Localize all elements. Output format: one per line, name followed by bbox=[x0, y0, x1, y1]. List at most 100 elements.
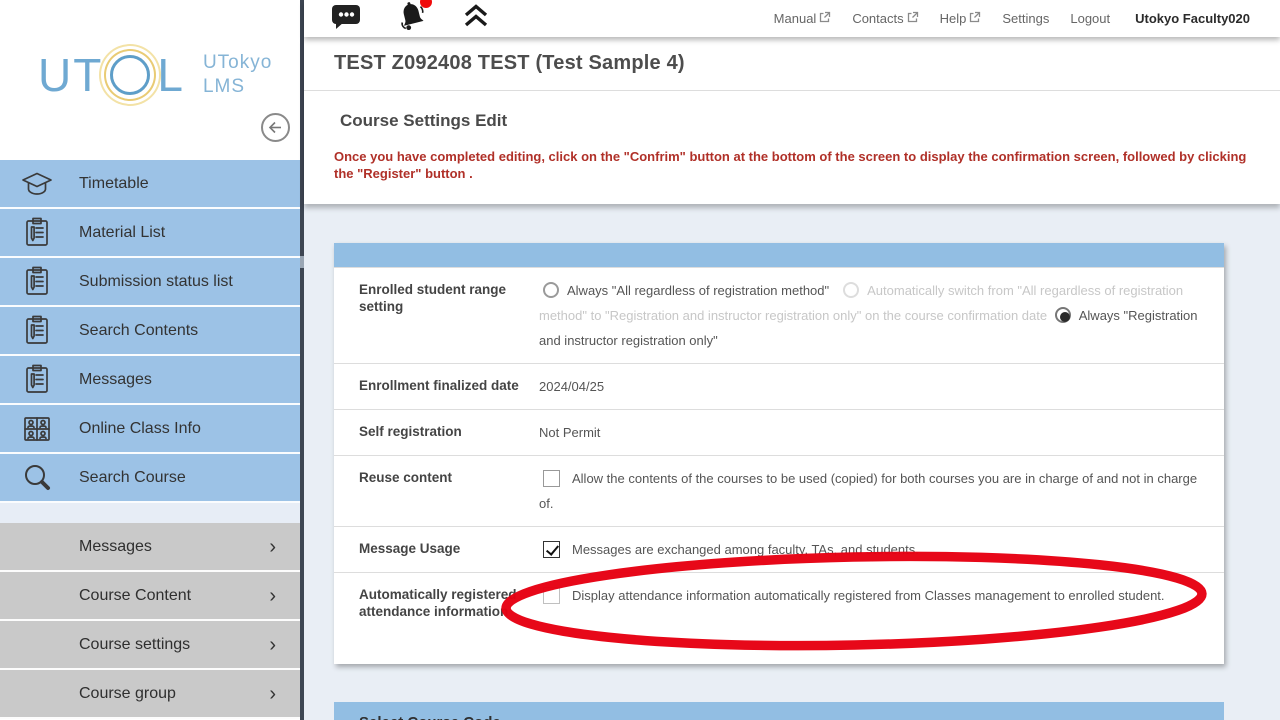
reuse-content-checkbox[interactable] bbox=[543, 470, 560, 487]
search-icon bbox=[19, 462, 55, 494]
user-name[interactable]: Utokyo Faculty020 bbox=[1135, 11, 1250, 26]
sidebar-item-messages[interactable]: Messages bbox=[0, 356, 300, 405]
chevron-right-icon: › bbox=[269, 537, 276, 557]
utol-logo: UTL UTokyo LMS bbox=[38, 48, 272, 102]
main-area: Manual Contacts Help Settings Logout Uto… bbox=[304, 0, 1280, 720]
sidebar-item-label: Submission status list bbox=[79, 273, 233, 291]
notification-badge bbox=[420, 0, 432, 8]
external-link-icon bbox=[969, 11, 981, 26]
row-auto-attendance: Automatically registered attendance info… bbox=[334, 572, 1224, 664]
sidebar-collapse-button[interactable] bbox=[261, 113, 290, 142]
section-title: Course Settings Edit bbox=[340, 111, 1250, 131]
collapse-up-icon[interactable] bbox=[463, 4, 489, 33]
topbar: Manual Contacts Help Settings Logout Uto… bbox=[304, 0, 1280, 37]
row-content: Not Permit bbox=[539, 410, 1224, 455]
checkbox-label: Display attendance information automatic… bbox=[572, 588, 1165, 603]
notifications-bell-icon[interactable] bbox=[395, 0, 429, 37]
external-link-icon bbox=[819, 11, 831, 26]
people-grid-icon bbox=[19, 415, 55, 443]
course-title-bar: TEST Z092408 TEST (Test Sample 4) bbox=[304, 37, 1280, 91]
chevron-right-icon: › bbox=[269, 635, 276, 655]
sidebar-item-label: Online Class Info bbox=[79, 420, 201, 438]
sidebar-secondary-menu: Messages › Course Content › Course setti… bbox=[0, 523, 300, 719]
app-root: UTL UTokyo LMS Timetable bbox=[0, 0, 1280, 720]
attendance-display-checkbox[interactable] bbox=[543, 587, 560, 604]
sidebar-item-label: Material List bbox=[79, 224, 165, 242]
row-content: Messages are exchanged among faculty, TA… bbox=[539, 527, 1224, 572]
select-course-code-header: Select Course Code bbox=[334, 702, 1224, 720]
radio-registration-only[interactable] bbox=[1055, 307, 1071, 323]
sidebar-item-label: Messages bbox=[79, 371, 152, 389]
contacts-link[interactable]: Contacts bbox=[852, 11, 918, 26]
row-content: Allow the contents of the courses to be … bbox=[539, 456, 1224, 526]
sidebar-item-label: Search Course bbox=[79, 469, 186, 487]
clipboard-icon bbox=[19, 266, 55, 298]
checkbox-label: Allow the contents of the courses to be … bbox=[539, 471, 1197, 511]
clipboard-icon bbox=[19, 315, 55, 347]
sidebar-item-label: Search Contents bbox=[79, 322, 198, 340]
logo-letters: UTL bbox=[38, 48, 185, 102]
chevron-right-icon: › bbox=[269, 684, 276, 704]
sidebar-item-label: Messages bbox=[79, 538, 152, 556]
row-label: Self registration bbox=[334, 410, 539, 455]
sidebar-item-course-group[interactable]: Course group › bbox=[0, 670, 300, 719]
row-reuse-content: Reuse content Allow the contents of the … bbox=[334, 455, 1224, 526]
checkbox-label: Messages are exchanged among faculty, TA… bbox=[572, 542, 919, 557]
chevron-right-icon: › bbox=[269, 586, 276, 606]
sidebar-item-label: Course settings bbox=[79, 636, 190, 654]
sidebar-item-messages-group[interactable]: Messages › bbox=[0, 523, 300, 572]
sidebar-item-search-contents[interactable]: Search Contents bbox=[0, 307, 300, 356]
row-label: Enrolled student range setting bbox=[334, 268, 539, 363]
select-course-code-section: Select Course Code bbox=[334, 702, 1224, 720]
self-registration-value: Not Permit bbox=[539, 423, 600, 443]
external-link-icon bbox=[907, 11, 919, 26]
message-usage-checkbox[interactable] bbox=[543, 541, 560, 558]
help-link[interactable]: Help bbox=[940, 11, 982, 26]
sidebar-item-label: Course Content bbox=[79, 587, 191, 605]
row-content: Display attendance information automatic… bbox=[539, 573, 1224, 664]
sidebar-item-course-settings[interactable]: Course settings › bbox=[0, 621, 300, 670]
topbar-links: Manual Contacts Help Settings Logout Uto… bbox=[774, 11, 1250, 26]
manual-link[interactable]: Manual bbox=[774, 11, 832, 26]
logout-link[interactable]: Logout bbox=[1070, 11, 1110, 26]
messages-icon[interactable] bbox=[331, 2, 361, 35]
radio-all-regardless[interactable] bbox=[543, 282, 559, 298]
settings-card-header bbox=[334, 243, 1224, 267]
row-content: Always "All regardless of registration m… bbox=[539, 268, 1224, 363]
row-enrolled-student-range: Enrolled student range setting Always "A… bbox=[334, 267, 1224, 363]
page-header-block: TEST Z092408 TEST (Test Sample 4) Course… bbox=[304, 37, 1280, 204]
sidebar-item-submission-status-list[interactable]: Submission status list bbox=[0, 258, 300, 307]
clipboard-icon bbox=[19, 364, 55, 396]
logo-subtitle: UTokyo LMS bbox=[203, 51, 272, 99]
sidebar-item-material-list[interactable]: Material List bbox=[0, 209, 300, 258]
sidebar-primary-menu: Timetable Material List Submission statu… bbox=[0, 160, 300, 503]
sidebar: UTL UTokyo LMS Timetable bbox=[0, 0, 304, 720]
row-enrollment-finalized-date: Enrollment finalized date 2024/04/25 bbox=[334, 363, 1224, 409]
arrow-left-icon bbox=[267, 119, 284, 136]
sidebar-item-timetable[interactable]: Timetable bbox=[0, 160, 300, 209]
sidebar-item-online-class-info[interactable]: Online Class Info bbox=[0, 405, 300, 454]
sidebar-item-label: Course group bbox=[79, 685, 176, 703]
sidebar-item-label: Timetable bbox=[79, 175, 149, 193]
warning-text: Once you have completed editing, click o… bbox=[334, 149, 1250, 182]
course-settings-edit-panel: Course Settings Edit Once you have compl… bbox=[304, 91, 1280, 204]
settings-card: Enrolled student range setting Always "A… bbox=[334, 243, 1224, 664]
logo-area: UTL UTokyo LMS bbox=[0, 0, 300, 160]
sidebar-item-search-course[interactable]: Search Course bbox=[0, 454, 300, 503]
graduation-cap-icon bbox=[19, 170, 55, 198]
menu-divider-band bbox=[0, 503, 300, 523]
settings-link[interactable]: Settings bbox=[1002, 11, 1049, 26]
row-label: Enrollment finalized date bbox=[334, 364, 539, 409]
radio-option-label: Always "All regardless of registration m… bbox=[567, 283, 829, 298]
radio-auto-switch[interactable] bbox=[843, 282, 859, 298]
row-label: Message Usage bbox=[334, 527, 539, 572]
row-message-usage: Message Usage Messages are exchanged amo… bbox=[334, 526, 1224, 572]
logo-o-ring-icon bbox=[110, 55, 150, 95]
row-label: Automatically registered attendance info… bbox=[334, 573, 539, 664]
row-label: Reuse content bbox=[334, 456, 539, 526]
enrollment-date-value: 2024/04/25 bbox=[539, 377, 604, 397]
topbar-icons bbox=[331, 0, 489, 37]
clipboard-icon bbox=[19, 217, 55, 249]
sidebar-item-course-content[interactable]: Course Content › bbox=[0, 572, 300, 621]
row-content: 2024/04/25 bbox=[539, 364, 1224, 409]
